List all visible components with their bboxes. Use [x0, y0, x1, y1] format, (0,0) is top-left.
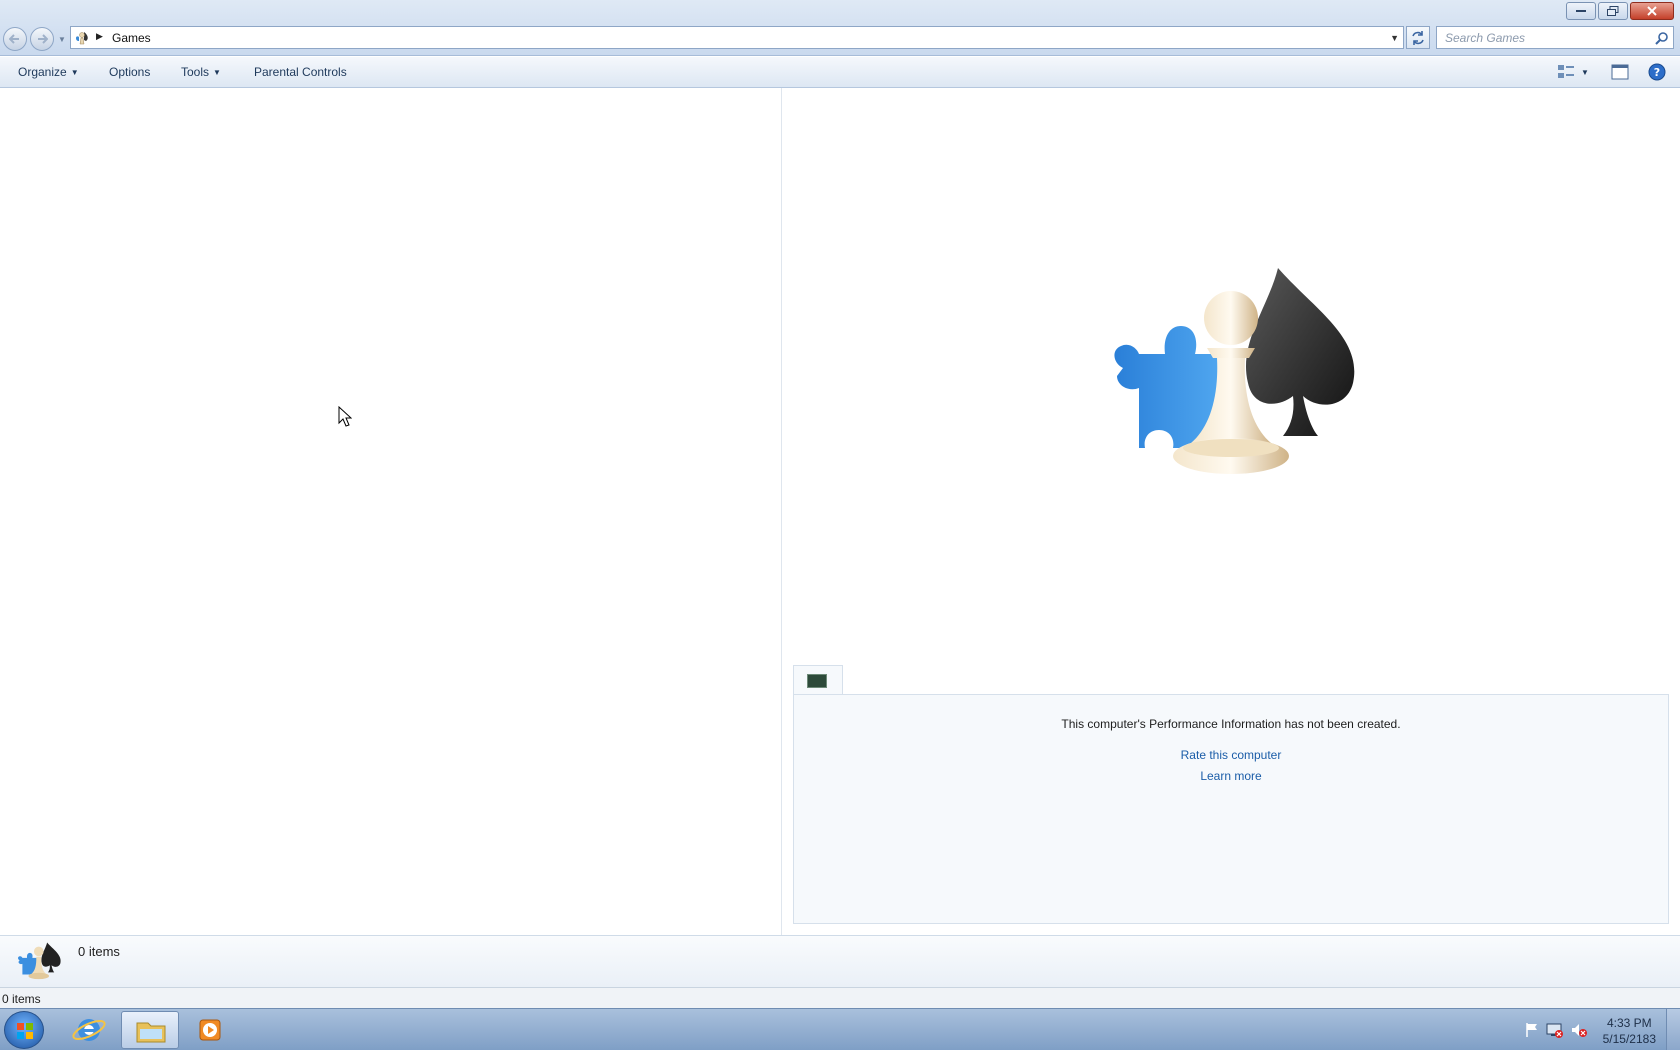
close-icon	[1647, 6, 1657, 16]
options-label: Options	[109, 65, 151, 79]
games-thumbnail-icon	[18, 942, 61, 980]
preview-pane: This computer's Performance Information …	[783, 88, 1680, 935]
maximize-button[interactable]	[1598, 2, 1628, 20]
close-button[interactable]	[1630, 2, 1674, 20]
forward-button[interactable]	[30, 27, 54, 51]
organize-label: Organize	[18, 65, 67, 79]
svg-text:?: ?	[1654, 66, 1660, 79]
restore-icon	[1607, 6, 1619, 16]
back-button[interactable]	[3, 27, 27, 51]
show-desktop-button[interactable]	[1666, 1009, 1680, 1050]
system-tray: 4:33 PM 5/15/2183	[1500, 1009, 1680, 1050]
view-dropdown-icon[interactable]: ▼	[1581, 68, 1589, 77]
action-center-flag-icon[interactable]	[1524, 1022, 1540, 1038]
learn-more-link[interactable]: Learn more	[794, 769, 1668, 783]
details-item-count: 0 items	[78, 944, 120, 959]
status-bar: 0 items	[0, 987, 1680, 1008]
taskbar-media-player[interactable]	[182, 1011, 240, 1049]
performance-monitor-icon	[807, 674, 827, 688]
minimize-icon	[1576, 10, 1586, 12]
details-pane: 0 items	[0, 935, 1680, 987]
start-button[interactable]	[4, 1011, 44, 1049]
change-view-icon[interactable]	[1557, 63, 1577, 81]
chevron-down-icon: ▼	[70, 68, 79, 77]
volume-muted-icon[interactable]	[1570, 1022, 1588, 1038]
window-controls	[1566, 2, 1674, 20]
performance-message: This computer's Performance Information …	[1061, 717, 1401, 731]
parental-controls-button[interactable]: Parental Controls	[254, 65, 347, 79]
network-disconnected-icon[interactable]	[1546, 1022, 1564, 1038]
preview-pane-icon[interactable]	[1611, 63, 1629, 81]
minimize-button[interactable]	[1566, 2, 1596, 20]
folder-icon	[136, 1022, 166, 1043]
rate-computer-link[interactable]: Rate this computer	[794, 748, 1668, 762]
parental-controls-label: Parental Controls	[254, 65, 347, 79]
search-box[interactable]: Search Games	[1436, 26, 1674, 49]
breadcrumb-games[interactable]: Games	[112, 31, 151, 45]
internet-explorer-icon	[72, 1019, 106, 1041]
games-logo-icon	[1114, 268, 1355, 474]
performance-info-panel: This computer's Performance Information …	[793, 694, 1669, 924]
tools-menu[interactable]: Tools ▼	[181, 65, 221, 79]
taskbar: 4:33 PM 5/15/2183	[0, 1008, 1680, 1050]
address-bar[interactable]: ▶ Games ▼	[70, 26, 1404, 49]
taskbar-internet-explorer[interactable]	[60, 1011, 118, 1049]
breadcrumb-arrow-icon[interactable]: ▶	[96, 31, 103, 42]
taskbar-windows-explorer[interactable]	[121, 1011, 179, 1049]
clock[interactable]: 4:33 PM 5/15/2183	[1603, 1015, 1656, 1047]
refresh-icon	[1412, 31, 1424, 45]
games-list-pane[interactable]	[0, 88, 782, 935]
windows-logo-icon	[17, 1023, 33, 1039]
help-icon[interactable]: ?	[1648, 63, 1666, 81]
recent-pages-dropdown[interactable]: ▼	[58, 35, 66, 44]
games-folder-icon	[76, 32, 88, 45]
performance-tab[interactable]	[793, 665, 843, 695]
chevron-down-icon: ▼	[213, 68, 221, 77]
media-player-icon	[199, 1019, 221, 1041]
clock-date: 5/15/2183	[1602, 1032, 1656, 1046]
search-icon[interactable]	[1655, 31, 1669, 45]
refresh-button[interactable]	[1406, 26, 1430, 49]
forward-arrow-icon	[38, 34, 48, 44]
tools-label: Tools	[181, 65, 210, 79]
command-bar: Organize ▼ Options Tools ▼ Parental Contro…	[0, 57, 1680, 88]
mouse-cursor-icon	[338, 406, 352, 427]
clock-time: 4:33 PM	[1606, 1016, 1652, 1030]
organize-menu[interactable]: Organize ▼	[18, 65, 79, 79]
address-dropdown-icon[interactable]: ▼	[1390, 33, 1399, 43]
back-arrow-icon	[9, 34, 19, 44]
title-bar: ▼ ▶ Games ▼ Search Games	[0, 0, 1680, 56]
status-item-count: 0 items	[2, 992, 41, 1006]
search-placeholder: Search Games	[1445, 31, 1526, 45]
options-button[interactable]: Options	[109, 65, 150, 79]
